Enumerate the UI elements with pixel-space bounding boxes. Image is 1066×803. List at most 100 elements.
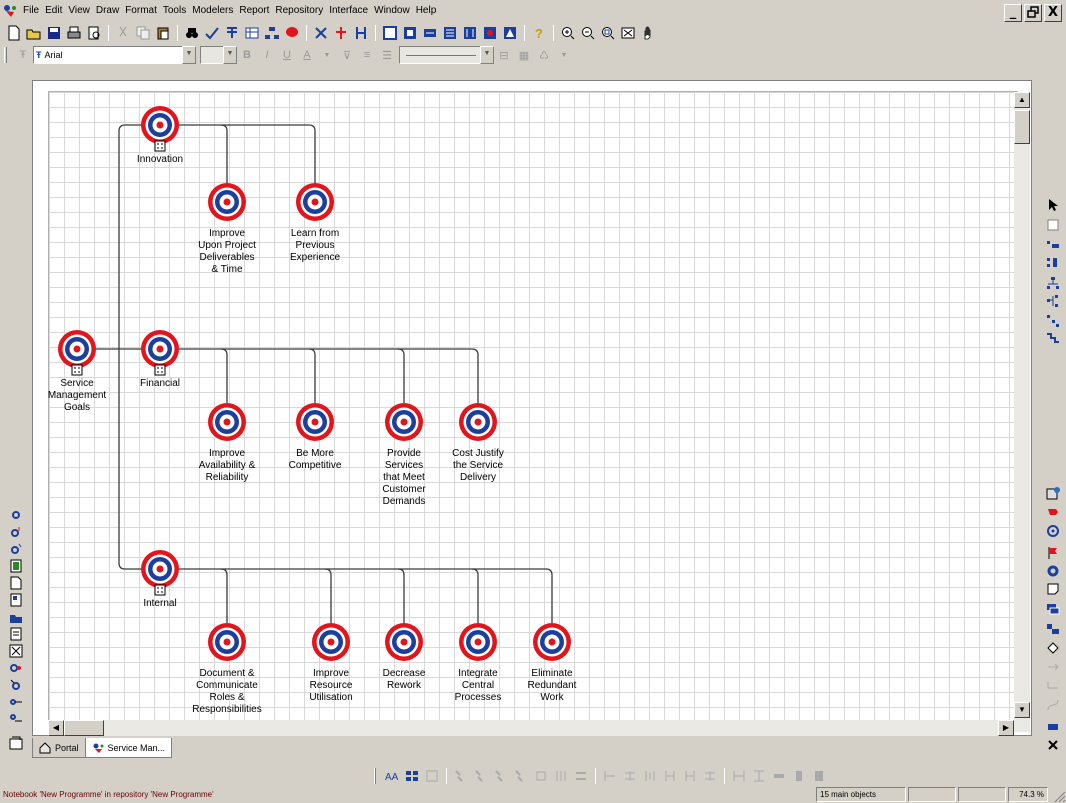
snap-icon[interactable]: [424, 768, 440, 784]
distribute-icon[interactable]: [573, 768, 589, 784]
new-document-icon[interactable]: [6, 25, 22, 41]
font-name-select[interactable]: Ŧ Arial: [33, 46, 183, 64]
goal-node-group-0[interactable]: [141, 106, 179, 152]
goal-node-root[interactable]: [58, 330, 96, 376]
scroll-left-button[interactable]: ◀: [48, 720, 64, 736]
diagonal-layout-icon[interactable]: [1046, 314, 1060, 328]
table-icon[interactable]: [244, 25, 260, 41]
menu-modelers[interactable]: Modelers: [189, 2, 236, 20]
pointer-tool-icon[interactable]: [1046, 198, 1060, 212]
model-icon[interactable]: [333, 25, 349, 41]
connector-tool-1-icon[interactable]: [1046, 238, 1060, 252]
palette-tool-2-icon[interactable]: [9, 525, 23, 539]
menu-report[interactable]: Report: [236, 2, 272, 20]
paint-dropdown-icon[interactable]: ▼: [556, 52, 572, 59]
bring-front-icon[interactable]: [791, 768, 807, 784]
browser-icon[interactable]: [1046, 486, 1060, 500]
view-3-icon[interactable]: [422, 25, 438, 41]
align-right-icon[interactable]: [493, 768, 509, 784]
palette-tool-10-icon[interactable]: [9, 661, 23, 675]
print-preview-icon[interactable]: [86, 25, 102, 41]
palette-tool-13-icon[interactable]: [9, 712, 23, 726]
font-color-button[interactable]: A: [299, 49, 315, 61]
align-middle-icon[interactable]: [533, 768, 549, 784]
find-binoculars-icon[interactable]: [184, 25, 200, 41]
font-color-dropdown-icon[interactable]: ▼: [319, 52, 335, 59]
pan-hand-icon[interactable]: [640, 25, 656, 41]
underline-button[interactable]: U: [279, 49, 295, 61]
align-text-icon[interactable]: ≡: [359, 49, 375, 61]
thesaurus-icon[interactable]: [224, 25, 240, 41]
restore-button[interactable]: [1024, 4, 1042, 22]
layers-icon[interactable]: [1046, 622, 1060, 636]
goal-node-2-4[interactable]: [533, 623, 571, 661]
view-6-icon[interactable]: [482, 25, 498, 41]
space-equal-icon[interactable]: [642, 768, 658, 784]
palette-tool-11-icon[interactable]: [9, 678, 23, 692]
align-icon[interactable]: [353, 25, 369, 41]
menu-tools[interactable]: Tools: [160, 2, 189, 20]
link-icon[interactable]: [313, 25, 329, 41]
tree-layout-icon[interactable]: [1046, 276, 1060, 290]
text-format-icon[interactable]: AA: [384, 768, 400, 784]
space-vertical-icon[interactable]: [622, 768, 638, 784]
arrow-tool-icon[interactable]: [1046, 678, 1060, 692]
goal-node-2-0[interactable]: [208, 623, 246, 661]
line-width-select[interactable]: [399, 46, 481, 64]
goal-node-0-1[interactable]: [296, 183, 334, 221]
spell-check-icon[interactable]: [204, 25, 220, 41]
view-5-icon[interactable]: [462, 25, 478, 41]
vertical-scrollbar[interactable]: ▲ ▼: [1014, 92, 1030, 732]
palette-tool-9-icon[interactable]: [9, 644, 23, 658]
line-tool-icon[interactable]: [1046, 660, 1060, 674]
horizontal-scroll-thumb[interactable]: [64, 720, 104, 736]
goal-node-2-2[interactable]: [385, 623, 423, 661]
menu-file[interactable]: File: [20, 2, 42, 20]
zoom-window-icon[interactable]: [600, 25, 616, 41]
goal-node-0-0[interactable]: [208, 183, 246, 221]
magnet-icon[interactable]: [1046, 564, 1060, 578]
shape-tool-icon[interactable]: [1046, 718, 1060, 732]
send-back-icon[interactable]: [811, 768, 827, 784]
palette-tool-3-icon[interactable]: [9, 542, 23, 556]
font-size-select[interactable]: [200, 46, 224, 64]
font-size-dropdown-button[interactable]: ▼: [223, 46, 237, 64]
palette-tool-6-icon[interactable]: [9, 593, 23, 607]
tab-service-management[interactable]: Service Man...: [84, 738, 173, 758]
palette-tool-7-icon[interactable]: [9, 610, 23, 624]
align-bottom-icon[interactable]: [553, 768, 569, 784]
horizontal-scrollbar[interactable]: ◀ ▶: [48, 720, 1014, 736]
goal-node-group-2[interactable]: [141, 550, 179, 596]
note-icon[interactable]: [1046, 582, 1060, 596]
paint-bucket-icon[interactable]: ♺: [536, 49, 552, 62]
align-top-icon[interactable]: [513, 768, 529, 784]
italic-button[interactable]: I: [259, 49, 275, 61]
cut-icon[interactable]: [115, 25, 131, 41]
palette-settings-icon[interactable]: [9, 736, 23, 750]
space-horizontal-icon[interactable]: [602, 768, 618, 784]
menu-repository[interactable]: Repository: [272, 2, 326, 20]
comment-icon[interactable]: [284, 25, 300, 41]
fit-page-icon[interactable]: [620, 25, 636, 41]
flag-icon[interactable]: [1046, 546, 1060, 560]
staircase-layout-icon[interactable]: [1046, 332, 1060, 346]
view-7-icon[interactable]: [502, 25, 518, 41]
same-size-icon[interactable]: [771, 768, 787, 784]
save-icon[interactable]: [46, 25, 62, 41]
menu-format[interactable]: Format: [122, 2, 160, 20]
tab-portal[interactable]: Portal: [32, 738, 86, 758]
app-logo-icon[interactable]: [2, 3, 18, 19]
connector-tool-2-icon[interactable]: [1046, 256, 1060, 270]
goal-node-group-1[interactable]: [141, 330, 179, 376]
fill-color-icon[interactable]: ⊽: [339, 49, 355, 62]
align-center-icon[interactable]: [473, 768, 489, 784]
line-width-dropdown-button[interactable]: ▼: [480, 46, 494, 64]
close-palette-icon[interactable]: [1046, 738, 1060, 752]
align-left-icon[interactable]: [453, 768, 469, 784]
shadow-icon[interactable]: ▦: [516, 49, 532, 62]
goal-node-2-3[interactable]: [459, 623, 497, 661]
print-icon[interactable]: [66, 25, 82, 41]
menu-draw[interactable]: Draw: [93, 2, 122, 20]
view-1-icon[interactable]: [382, 25, 398, 41]
scroll-up-button[interactable]: ▲: [1014, 92, 1030, 108]
